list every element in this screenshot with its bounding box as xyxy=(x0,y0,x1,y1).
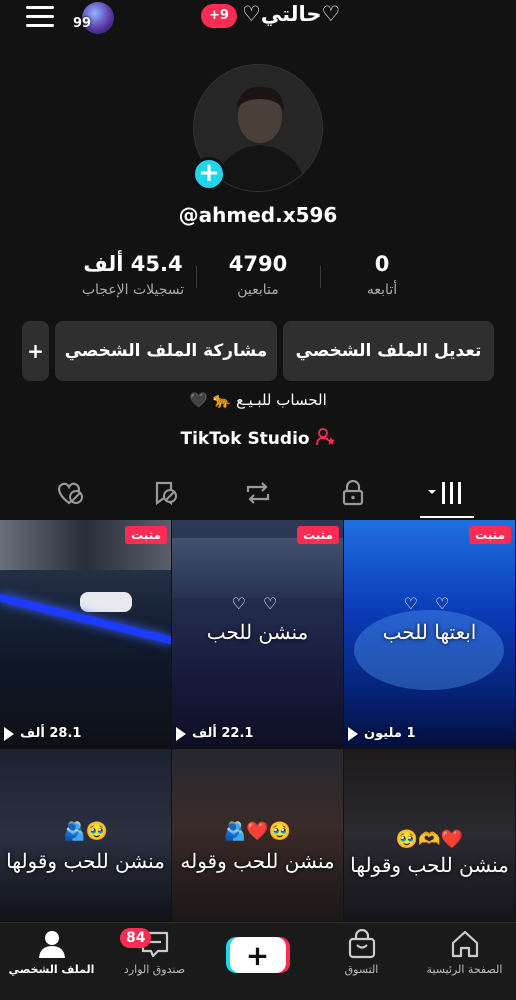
tiktok-studio-label: TikTok Studio xyxy=(180,429,310,449)
likes-label: تسجيلات الإعجاب xyxy=(81,282,185,298)
notification-badge[interactable]: +9 xyxy=(201,4,237,28)
video-thumbnail[interactable]: مثبت 28.1 ألف xyxy=(0,520,171,747)
video-overlay-text: منشن للحب وقوله xyxy=(180,849,335,873)
account-avatar-badge: 99 xyxy=(73,16,92,31)
profile-header-title[interactable]: ♡حالتي♡ xyxy=(242,2,340,26)
play-icon xyxy=(4,726,14,741)
video-overlay-text: منشن للحب وقولها xyxy=(350,853,509,877)
following-count: 0 xyxy=(374,252,390,276)
nav-shop-label: التسوق xyxy=(344,963,379,976)
repost-icon xyxy=(246,482,270,504)
tab-reposts[interactable] xyxy=(238,476,278,510)
view-count: 1 مليون xyxy=(348,726,415,741)
nav-profile[interactable]: الملف الشخصي xyxy=(0,929,103,995)
tab-videos[interactable] xyxy=(426,476,466,510)
video-thumbnail[interactable]: مثبت ♡ ♡ منشن للحب 22.1 ألف xyxy=(172,520,343,747)
create-plus-icon: + xyxy=(229,937,286,973)
followers-stat[interactable]: 4790 متابعين xyxy=(193,252,323,298)
followers-label: متابعين xyxy=(237,282,279,298)
followers-count: 4790 xyxy=(228,252,288,276)
profile-person-icon xyxy=(38,931,65,958)
tab-favorites[interactable] xyxy=(145,476,185,510)
pinned-badge: مثبت xyxy=(125,526,167,544)
bottom-navigation: الصفحة الرئيسية التسوق + صندوق الوارد ال… xyxy=(0,922,516,1000)
nav-inbox[interactable]: صندوق الوارد xyxy=(103,929,206,995)
pinned-badge: مثبت xyxy=(297,526,339,544)
following-label: أتابعه xyxy=(366,282,398,298)
overlay-emojis: 🫂❤️🥹 xyxy=(223,821,292,842)
home-icon xyxy=(451,930,478,958)
nav-home-label: الصفحة الرئيسية xyxy=(426,963,503,976)
nav-create[interactable]: + xyxy=(206,929,309,995)
profile-bio: الحساب للبـيـع 🐆 🖤 xyxy=(189,391,327,409)
video-thumbnail[interactable]: 🥹🫶❤️ منشن للحب وقولها xyxy=(344,749,515,922)
creator-star-icon xyxy=(315,428,335,446)
following-stat[interactable]: 0 أتابعه xyxy=(317,252,447,298)
likes-stat[interactable]: 45.4 ألف تسجيلات الإعجاب xyxy=(68,252,198,298)
username: @ahmed.x596 xyxy=(178,203,338,227)
overlay-emojis: 🫂🥹 xyxy=(63,821,108,842)
video-overlay-text: منشن للحب وقولها xyxy=(6,849,165,873)
video-thumbnail[interactable]: مثبت ♡ ♡ ابعتها للحب 1 مليون xyxy=(344,520,515,747)
video-thumbnail[interactable]: 🫂🥹 منشن للحب وقولها xyxy=(0,749,171,922)
menu-icon[interactable] xyxy=(26,6,54,28)
add-friend-button[interactable]: + xyxy=(22,321,49,381)
tiktok-studio-link[interactable]: TikTok Studio xyxy=(0,428,516,449)
play-icon xyxy=(348,726,358,741)
nav-inbox-label: صندوق الوارد xyxy=(123,963,186,976)
video-overlay-text: ابعتها للحب xyxy=(382,620,477,644)
tab-private[interactable] xyxy=(333,476,373,510)
nav-profile-label: الملف الشخصي xyxy=(8,963,95,976)
pinned-badge: مثبت xyxy=(469,526,511,544)
buildings-strip xyxy=(172,538,343,598)
edit-profile-button[interactable]: تعديل الملف الشخصي xyxy=(283,321,494,381)
inbox-unread-badge: 84 xyxy=(120,928,152,948)
active-tab-indicator xyxy=(420,516,474,518)
shopping-bag-icon xyxy=(348,929,375,959)
nav-home[interactable]: الصفحة الرئيسية xyxy=(413,929,516,995)
share-profile-button[interactable]: مشاركة الملف الشخصي xyxy=(55,321,277,381)
lock-icon xyxy=(342,480,364,506)
overlay-emojis: 🥹🫶❤️ xyxy=(395,829,464,850)
nav-shop[interactable]: التسوق xyxy=(310,929,413,995)
hidden-likes-icon xyxy=(57,482,83,505)
view-count: 22.1 ألف xyxy=(176,726,253,741)
add-story-button[interactable]: + xyxy=(192,157,226,191)
boat xyxy=(80,592,132,612)
overlay-hearts: ♡ ♡ xyxy=(403,594,456,613)
video-thumbnail[interactable]: 🫂❤️🥹 منشن للحب وقوله xyxy=(172,749,343,922)
play-icon xyxy=(176,726,186,741)
videos-grid-icon xyxy=(428,482,461,504)
video-overlay-text: منشن للحب xyxy=(206,620,309,644)
likes-count: 45.4 ألف xyxy=(83,252,183,276)
view-count: 28.1 ألف xyxy=(4,726,81,741)
tab-liked[interactable] xyxy=(50,476,90,510)
hidden-favorites-icon xyxy=(155,481,177,506)
overlay-hearts: ♡ ♡ xyxy=(231,594,284,613)
